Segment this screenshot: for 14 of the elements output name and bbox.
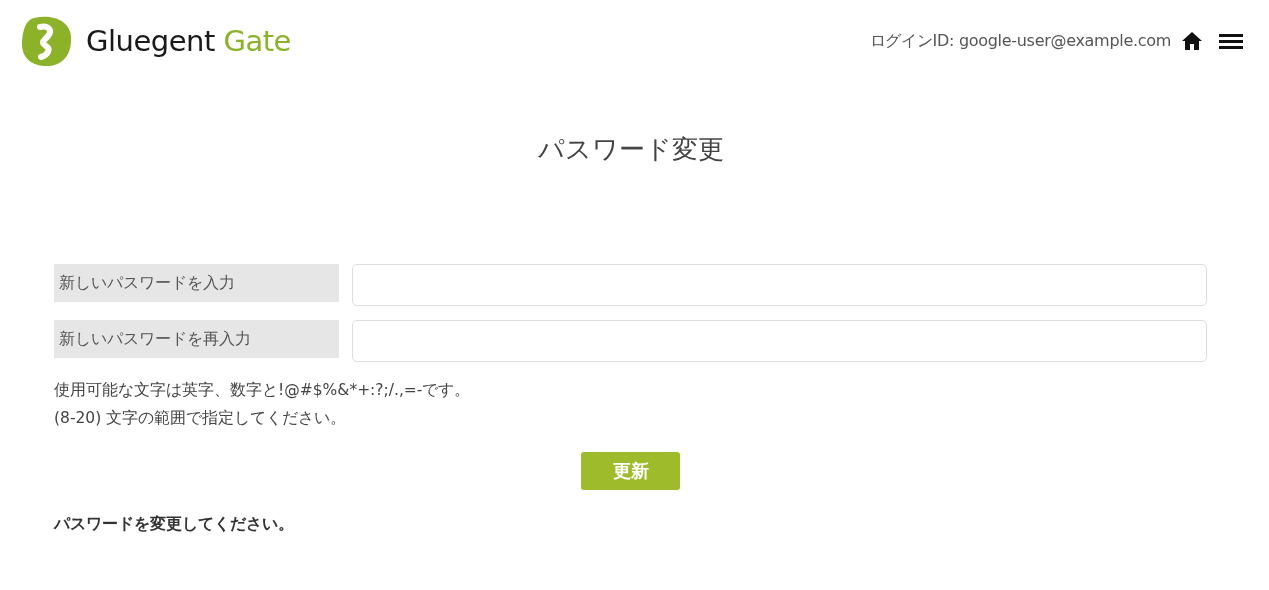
login-id: ログインID: google-user@example.com <box>869 30 1171 52</box>
field-label: 新しいパスワードを再入力 <box>54 320 339 358</box>
password-field[interactable] <box>352 264 1207 306</box>
field-label: 新しいパスワードを入力 <box>54 264 339 302</box>
password-field[interactable] <box>352 320 1207 362</box>
hint-text: 使用可能な文字は英字、数字と!@#$%&*+:?;/.,=-です。 <box>54 380 471 401</box>
status-message: パスワードを変更してください。 <box>54 514 294 535</box>
update-button[interactable]: 更新 <box>581 452 680 490</box>
page-title: パスワード変更 <box>536 133 725 166</box>
logo-icon <box>20 15 72 67</box>
home-icon[interactable] <box>1181 31 1203 51</box>
menu-icon[interactable] <box>1219 32 1243 50</box>
hint-text: (8-20) 文字の範囲で指定してください。 <box>54 408 347 429</box>
brand-name: Gluegent Gate <box>86 24 291 58</box>
